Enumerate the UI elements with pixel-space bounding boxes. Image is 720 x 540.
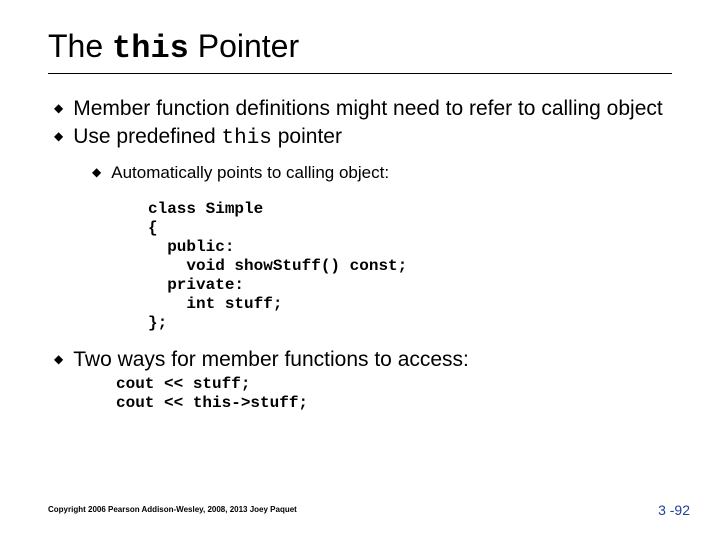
title-keyword: this [112, 30, 189, 67]
bullet-keyword: this [222, 127, 272, 150]
title-pre: The [48, 28, 112, 64]
slide: The this Pointer ◆ Member function defin… [0, 0, 720, 540]
slide-title: The this Pointer [48, 28, 672, 74]
code-block: cout << stuff; cout << this->stuff; [116, 375, 672, 413]
bullet-text: Use predefined this pointer [73, 124, 342, 152]
bullet-list-level-2: ◆ Automatically points to calling object… [92, 162, 672, 184]
bullet-text-pre: Use predefined [73, 125, 221, 148]
title-post: Pointer [189, 28, 299, 64]
bullet-item: ◆ Use predefined this pointer [54, 124, 672, 152]
code-block: class Simple { public: void showStuff() … [148, 200, 672, 333]
bullet-text: Automatically points to calling object: [111, 162, 389, 184]
page-number: 3 -92 [658, 502, 690, 518]
bullet-item: ◆ Automatically points to calling object… [92, 162, 672, 184]
bullet-text: Member function definitions might need t… [73, 96, 663, 122]
bullet-marker-icon: ◆ [54, 124, 63, 148]
bullet-marker-icon: ◆ [54, 96, 63, 120]
bullet-list-level-1: ◆ Two ways for member functions to acces… [54, 347, 672, 373]
bullet-text: Two ways for member functions to access: [73, 347, 469, 373]
copyright-text: Copyright 2006 Pearson Addison-Wesley, 2… [48, 505, 297, 514]
bullet-marker-icon: ◆ [54, 347, 63, 371]
bullet-list-level-1: ◆ Member function definitions might need… [54, 96, 672, 152]
bullet-item: ◆ Two ways for member functions to acces… [54, 347, 672, 373]
bullet-marker-icon: ◆ [92, 162, 101, 182]
bullet-text-post: pointer [272, 125, 342, 148]
bullet-item: ◆ Member function definitions might need… [54, 96, 672, 122]
